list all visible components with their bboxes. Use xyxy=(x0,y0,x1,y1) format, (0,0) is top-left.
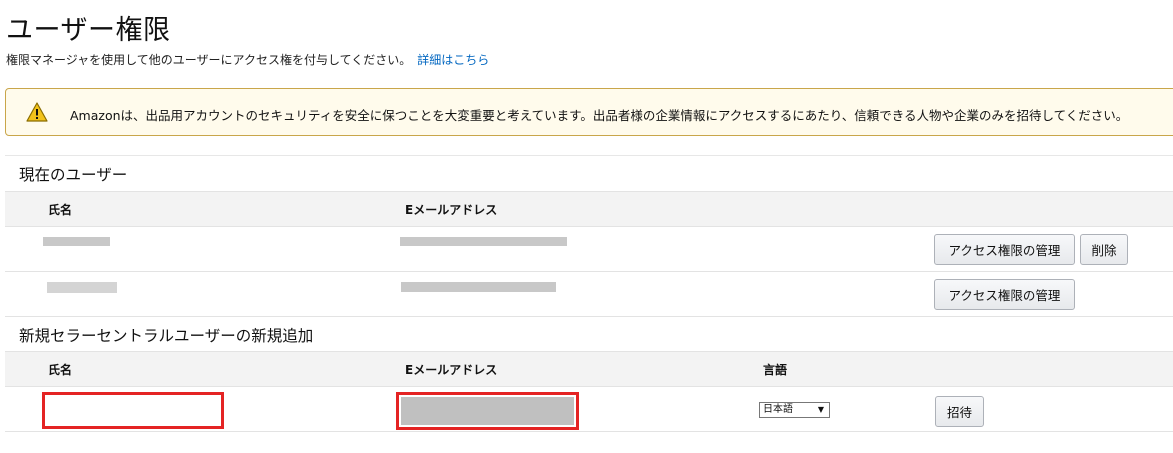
language-select[interactable]: 日本語 ▼ xyxy=(759,402,830,418)
row-divider xyxy=(5,316,1173,317)
current-users-heading: 現在のユーザー xyxy=(19,166,128,184)
security-alert: Amazonは、出品用アカウントのセキュリティを安全に保つことを大変重要と考えて… xyxy=(5,88,1173,136)
page-description: 権限マネージャを使用して他のユーザーにアクセス権を付与してください。 詳細はこちら xyxy=(6,51,489,68)
row-divider xyxy=(5,271,1173,272)
delete-button[interactable]: 削除 xyxy=(1080,234,1128,265)
current-users-header-row: 氏名 Eメールアドレス xyxy=(5,191,1173,227)
caret-down-icon: ▼ xyxy=(817,405,824,414)
redacted-name xyxy=(47,282,117,293)
new-user-name-input[interactable] xyxy=(42,392,224,429)
page-title: ユーザー権限 xyxy=(6,15,171,46)
divider xyxy=(5,155,1173,156)
manage-access-button[interactable]: アクセス権限の管理 xyxy=(934,279,1075,310)
column-language-header: 言語 xyxy=(763,363,788,377)
column-name-header: 氏名 xyxy=(48,203,73,217)
redacted-email xyxy=(401,282,556,292)
column-name-header: 氏名 xyxy=(48,363,73,377)
column-email-header: Eメールアドレス xyxy=(405,363,498,377)
new-user-heading: 新規セラーセントラルユーザーの新規追加 xyxy=(19,327,314,345)
redacted-name xyxy=(43,237,110,246)
column-email-header: Eメールアドレス xyxy=(405,203,498,217)
warning-icon xyxy=(26,102,48,122)
manage-access-button[interactable]: アクセス権限の管理 xyxy=(934,234,1075,265)
description-text: 権限マネージャを使用して他のユーザーにアクセス権を付与してください。 xyxy=(6,53,412,67)
alert-message: Amazonは、出品用アカウントのセキュリティを安全に保つことを大変重要と考えて… xyxy=(70,108,1129,123)
language-selected-value: 日本語 xyxy=(763,404,793,415)
new-user-header-row: 氏名 Eメールアドレス 言語 xyxy=(5,351,1173,387)
learn-more-link[interactable]: 詳細はこちら xyxy=(417,53,489,67)
row-divider xyxy=(5,431,1173,432)
redacted-email xyxy=(400,237,567,246)
invite-button[interactable]: 招待 xyxy=(935,396,984,427)
new-user-email-input[interactable] xyxy=(396,392,579,430)
